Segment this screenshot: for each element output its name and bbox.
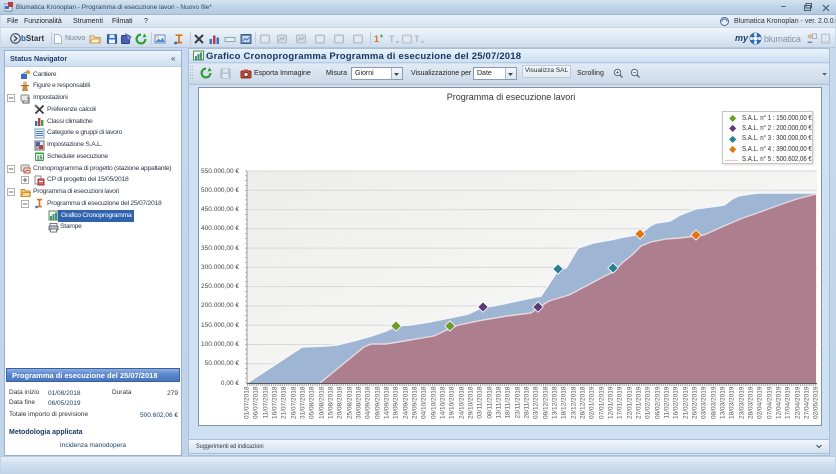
svg-text:5: 5: [36, 145, 39, 151]
svg-text:T: T: [389, 34, 395, 44]
svg-text:T: T: [414, 34, 420, 44]
svg-text:1: 1: [374, 34, 379, 44]
svg-text:15: 15: [37, 156, 43, 162]
